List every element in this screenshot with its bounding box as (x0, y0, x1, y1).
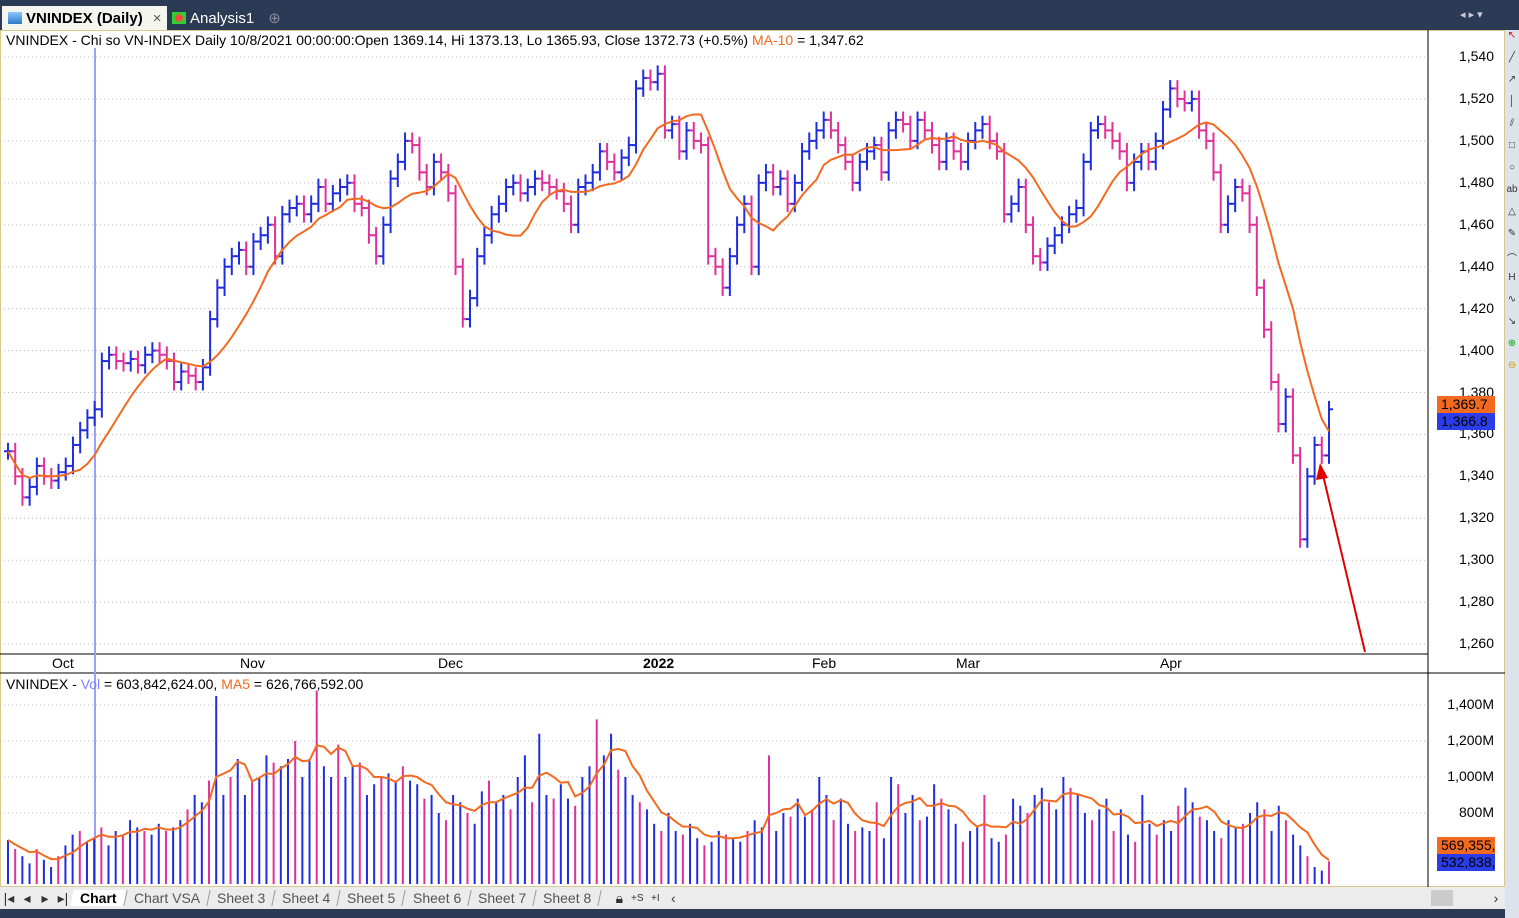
x-label-apr: Apr (1160, 655, 1182, 671)
close-price-tag: 1,366.8 (1437, 413, 1495, 430)
vol-ma-tag: 569,355,6 (1437, 837, 1495, 854)
price-axis-label: 1,460 (1458, 215, 1494, 232)
zigzag-tool-icon[interactable]: ∿ (1505, 294, 1519, 316)
ma-price-tag: 1,369.7 (1437, 396, 1495, 413)
price-axis-label: 1,500 (1458, 131, 1494, 148)
ma10-line (7, 113, 1330, 480)
arc-tool-icon[interactable]: ⌒ (1505, 250, 1519, 272)
x-label-nov: Nov (240, 655, 265, 671)
x-label-2022: 2022 (643, 655, 675, 671)
price-axis-label: 1,400 (1458, 341, 1494, 358)
volume-axis-label: 1,200M (1447, 732, 1494, 748)
sheet-tab-chart-vsa[interactable]: Chart VSA (123, 890, 211, 906)
zoom-out-icon[interactable]: ⊖ (1505, 360, 1519, 382)
price-axis-label: 1,280 (1458, 593, 1494, 610)
chart-canvas[interactable] (0, 0, 1505, 887)
fib-tool-icon[interactable]: H (1505, 272, 1519, 294)
horizontal-scrollbar[interactable] (688, 890, 1481, 906)
price-axis-label: 1,440 (1458, 257, 1494, 274)
sheet-tab-3[interactable]: Sheet 3 (207, 890, 276, 906)
volume-axis-label: 1,000M (1447, 768, 1494, 784)
next-sheet-button[interactable]: ▸ (36, 890, 54, 907)
volume-axis-label: 1,400M (1447, 696, 1494, 712)
price-axis-label: 1,260 (1458, 635, 1494, 652)
sheet-tab-7[interactable]: Sheet 7 (468, 890, 537, 906)
ellipse-tool-icon[interactable]: ○ (1505, 162, 1519, 184)
price-axis-label: 1,420 (1458, 299, 1494, 316)
drawing-toolbar: ↖ ╱ ↗ │ ⫽ □ ○ ab △ ✎ ⌒ H ∿ ↘ ⊕ ⊖ (1505, 0, 1519, 918)
pencil-tool-icon[interactable]: ✎ (1505, 228, 1519, 250)
price-axis-label: 1,340 (1458, 467, 1494, 484)
select-tool-icon[interactable]: ↖ (1505, 30, 1519, 52)
prev-sheet-button[interactable]: ◂ (18, 890, 36, 907)
scroll-left-icon[interactable]: ‹ (664, 890, 682, 906)
ray-tool-icon[interactable]: ↗ (1505, 74, 1519, 96)
first-sheet-button[interactable]: |◂ (0, 890, 18, 907)
lock-icon[interactable]: 🔒︎ (610, 890, 628, 907)
price-axis-label: 1,520 (1458, 89, 1494, 106)
insert-icon[interactable]: +I (646, 893, 664, 904)
price-axis-label: 1,300 (1458, 551, 1494, 568)
volume-axis-label: 800M (1458, 804, 1494, 820)
sheet-tabs-bar: |◂ ◂ ▸ ▸| Chart Chart VSA Sheet 3 Sheet … (0, 887, 1505, 909)
x-label-oct: Oct (52, 655, 74, 671)
triangle-tool-icon[interactable]: △ (1505, 206, 1519, 228)
price-axis-label: 1,320 (1458, 509, 1494, 526)
sheet-tab-6[interactable]: Sheet 6 (402, 890, 472, 906)
x-label-dec: Dec (438, 655, 463, 671)
line-tool-icon[interactable]: ╱ (1505, 52, 1519, 74)
rectangle-tool-icon[interactable]: □ (1505, 140, 1519, 162)
sheet-tab-5[interactable]: Sheet 5 (337, 890, 407, 906)
annotation-arrowhead (1316, 463, 1328, 480)
sheet-tab-chart[interactable]: Chart (70, 890, 128, 906)
x-label-mar: Mar (956, 655, 981, 671)
arrow-tool-icon[interactable]: ↘ (1505, 316, 1519, 338)
text-tool-icon[interactable]: ab (1505, 184, 1519, 206)
x-label-feb: Feb (812, 655, 837, 671)
vol-tag: 532,838, (1437, 854, 1495, 871)
last-sheet-button[interactable]: ▸| (54, 890, 72, 907)
sheet-tab-4[interactable]: Sheet 4 (272, 890, 341, 906)
channel-tool-icon[interactable]: ⫽ (1505, 118, 1519, 140)
price-axis-label: 1,540 (1458, 48, 1494, 64)
vertical-line-icon[interactable]: │ (1505, 96, 1519, 118)
scroll-right-icon[interactable]: › (1487, 890, 1505, 906)
price-header: VNINDEX - Chi so VN-INDEX Daily 10/8/202… (6, 32, 864, 48)
add-sheet-icon[interactable]: +S (628, 893, 646, 904)
sheet-tab-8[interactable]: Sheet 8 (533, 890, 602, 906)
annotation-arrow-line (1322, 474, 1366, 653)
zoom-in-icon[interactable]: ⊕ (1505, 338, 1519, 360)
volume-header: VNINDEX - Vol = 603,842,624.00, MA5 = 62… (6, 676, 364, 692)
price-axis-label: 1,480 (1458, 173, 1494, 190)
